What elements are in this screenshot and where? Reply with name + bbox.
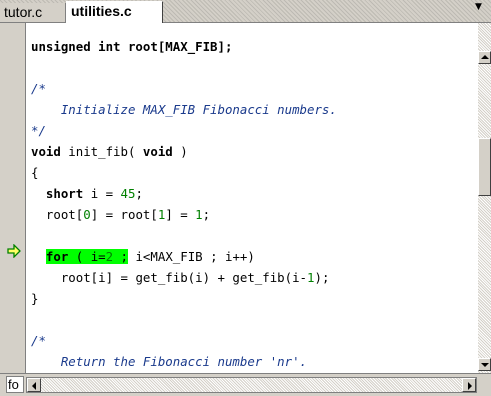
number-2: 2 — [105, 249, 114, 264]
code-editor[interactable]: unsigned int root[MAX_FIB]; /* Initializ… — [25, 23, 478, 373]
comment-open: /* — [31, 81, 46, 96]
code-for-rest: i<MAX_FIB ; i++) — [128, 249, 255, 264]
code-decl: i = — [83, 186, 121, 201]
code-text: unsigned int root[MAX_FIB]; /* Initializ… — [31, 36, 337, 373]
code-paren: ) — [172, 144, 188, 159]
code-for-a: ( i= — [68, 249, 106, 264]
code-root-a: root[ — [45, 207, 84, 222]
current-statement-highlight: for ( i=2 ; — [45, 249, 129, 264]
vertical-scrollbar[interactable] — [478, 23, 491, 373]
code-semi: ; — [135, 186, 143, 201]
tab-utilities-c[interactable]: utilities.c — [66, 1, 163, 23]
code-root-c: ] = — [165, 207, 196, 222]
keyword-short: short — [45, 186, 84, 201]
bottom-bar: fo — [0, 373, 491, 396]
scroll-up-button[interactable] — [478, 51, 491, 64]
code-for-b: ; — [113, 249, 129, 264]
scroll-right-button[interactable] — [462, 378, 476, 392]
tab-tutor-c[interactable]: tutor.c — [0, 3, 66, 22]
number-45: 45 — [120, 186, 136, 201]
brace-close: } — [31, 291, 39, 306]
number-0: 0 — [83, 207, 91, 222]
comment-close: */ — [31, 123, 46, 138]
keyword-for: for — [45, 249, 69, 264]
keyword-void: void — [31, 144, 61, 159]
code-root-d: ; — [202, 207, 211, 222]
function-selector[interactable]: fo — [6, 376, 24, 393]
code-assign-b: ); — [314, 270, 330, 285]
editor-gutter — [0, 23, 25, 373]
code-assign-a: root[i] = get_fib(i) + get_fib(i- — [60, 270, 308, 285]
scroll-down-button[interactable] — [478, 358, 491, 371]
number-1b: 1 — [195, 207, 203, 222]
comment-text-2: Return the Fibonacci number 'nr'. — [31, 354, 308, 369]
current-line-arrow-icon — [7, 244, 21, 258]
code-fn-name: init_fib( — [60, 144, 143, 159]
number-1c: 1 — [307, 270, 315, 285]
comment-text: Initialize MAX_FIB Fibonacci numbers. — [31, 102, 337, 117]
tab-bar: tutor.c utilities.c ▼ — [0, 0, 491, 23]
code-root-b: ] = root[ — [90, 207, 158, 222]
scroll-left-button[interactable] — [27, 378, 41, 392]
keyword-void-param: void — [142, 144, 173, 159]
comment-open-2: /* — [31, 333, 46, 348]
brace-open: { — [31, 165, 39, 180]
code-line-1: unsigned int root[MAX_FIB]; — [31, 39, 233, 54]
vertical-scroll-thumb[interactable] — [478, 138, 491, 196]
tab-menu-icon[interactable]: ▼ — [475, 2, 485, 12]
horizontal-scrollbar[interactable] — [26, 377, 477, 393]
